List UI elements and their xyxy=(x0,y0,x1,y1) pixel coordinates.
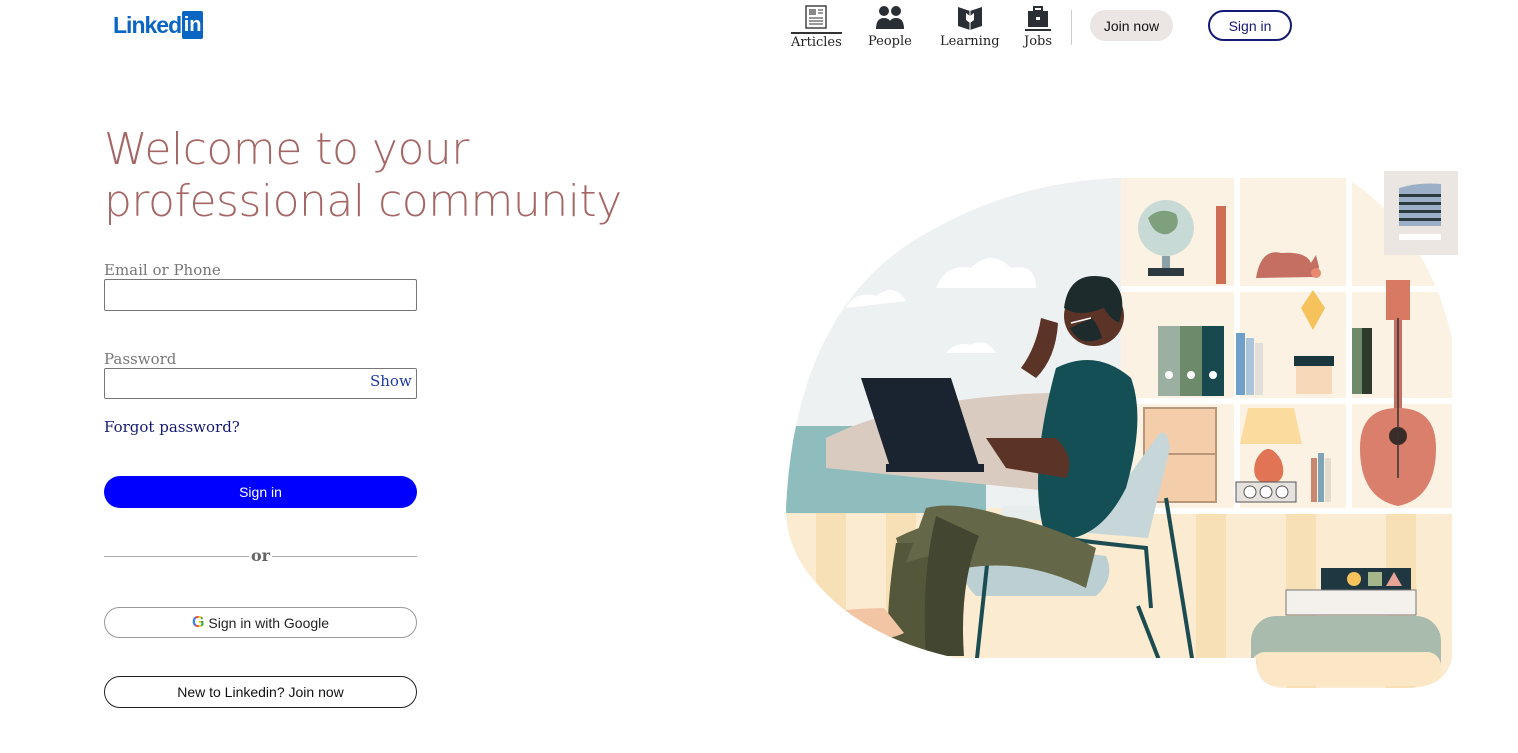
email-label: Email or Phone xyxy=(104,261,221,279)
logo-in-box: in xyxy=(182,11,204,39)
nav-item-jobs[interactable]: Jobs xyxy=(1022,2,1054,49)
hero-illustration-svg xyxy=(786,171,1458,688)
briefcase-icon xyxy=(1022,2,1054,32)
google-sign-in-button[interactable]: G Sign in with Google xyxy=(104,607,417,638)
join-now-button[interactable]: Join now xyxy=(1090,10,1173,41)
or-text: or xyxy=(249,546,273,565)
nav-label-learning: Learning xyxy=(940,34,1000,49)
forgot-password-link[interactable]: Forgot password? xyxy=(104,418,240,436)
logo-wordmark: Linked xyxy=(113,11,182,38)
show-password-button[interactable]: Show xyxy=(370,372,412,390)
nav-label-people: People xyxy=(868,34,912,49)
sign-in-button[interactable]: Sign in xyxy=(104,476,417,508)
learning-icon xyxy=(954,2,986,32)
nav-label-jobs: Jobs xyxy=(1023,34,1053,49)
nav-item-articles[interactable]: Articles xyxy=(791,2,842,50)
hero-illustration xyxy=(786,168,1466,698)
newspaper-icon xyxy=(800,2,832,32)
google-sign-in-label: Sign in with Google xyxy=(208,614,330,631)
header-sign-in-button[interactable]: Sign in xyxy=(1208,10,1292,41)
people-icon xyxy=(874,2,906,32)
page-title: Welcome to your professional community xyxy=(104,124,622,227)
nav-item-learning[interactable]: Learning xyxy=(940,2,1000,49)
nav-item-people[interactable]: People xyxy=(868,2,912,49)
google-g-icon: G xyxy=(191,613,205,631)
email-field[interactable] xyxy=(104,279,417,311)
linkedin-logo[interactable]: Linked in xyxy=(113,10,204,40)
password-label: Password xyxy=(104,350,177,368)
nav-divider xyxy=(1071,10,1072,45)
nav-label-articles: Articles xyxy=(791,32,842,50)
join-linkedin-button[interactable]: New to Linkedin? Join now xyxy=(104,676,417,708)
